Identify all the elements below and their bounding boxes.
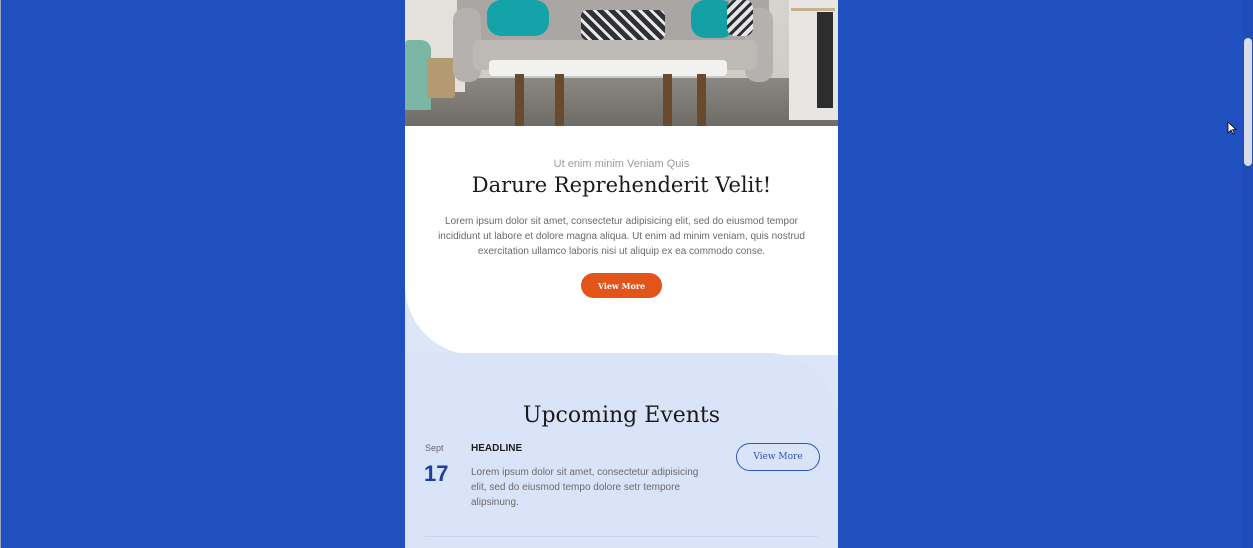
view-more-button[interactable]: View More: [581, 273, 662, 298]
side-shelf-bar: [791, 8, 835, 11]
coffee-table-leg: [697, 74, 706, 126]
mouse-cursor-icon: [1227, 121, 1237, 135]
event-body: Lorem ipsum dolor sit amet, consectetur …: [471, 467, 699, 508]
pillow-teal-left: [487, 0, 549, 36]
coffee-table-leg: [663, 74, 672, 126]
event-divider: [425, 536, 818, 537]
event-day: 17: [424, 461, 449, 486]
event-headline: HEADLINE: [471, 443, 523, 454]
event-month: Sept: [425, 443, 444, 453]
event-view-more-button[interactable]: View More: [736, 443, 820, 471]
coffee-table-leg: [515, 74, 524, 126]
intro-headline: Darure Reprehenderit Velit!: [471, 173, 772, 197]
floor-lamp: [817, 12, 833, 108]
events-title: Upcoming Events: [522, 403, 721, 428]
pillow-patterned: [581, 10, 665, 40]
email-preview: Ut enim minim Veniam Quis Darure Reprehe…: [405, 0, 838, 548]
pillow-striped: [727, 0, 753, 36]
scrollbar-thumb[interactable]: [1244, 38, 1252, 166]
coffee-table-leg: [555, 74, 564, 126]
intro-subtitle: Ut enim minim Veniam Quis: [553, 158, 690, 170]
intro-body: Lorem ipsum dolor sit amet, consectetur …: [438, 216, 805, 257]
window-left-border: [0, 0, 1, 548]
coffee-table-top: [489, 60, 727, 76]
hero-image: [405, 0, 838, 126]
hero-basket: [427, 58, 455, 98]
